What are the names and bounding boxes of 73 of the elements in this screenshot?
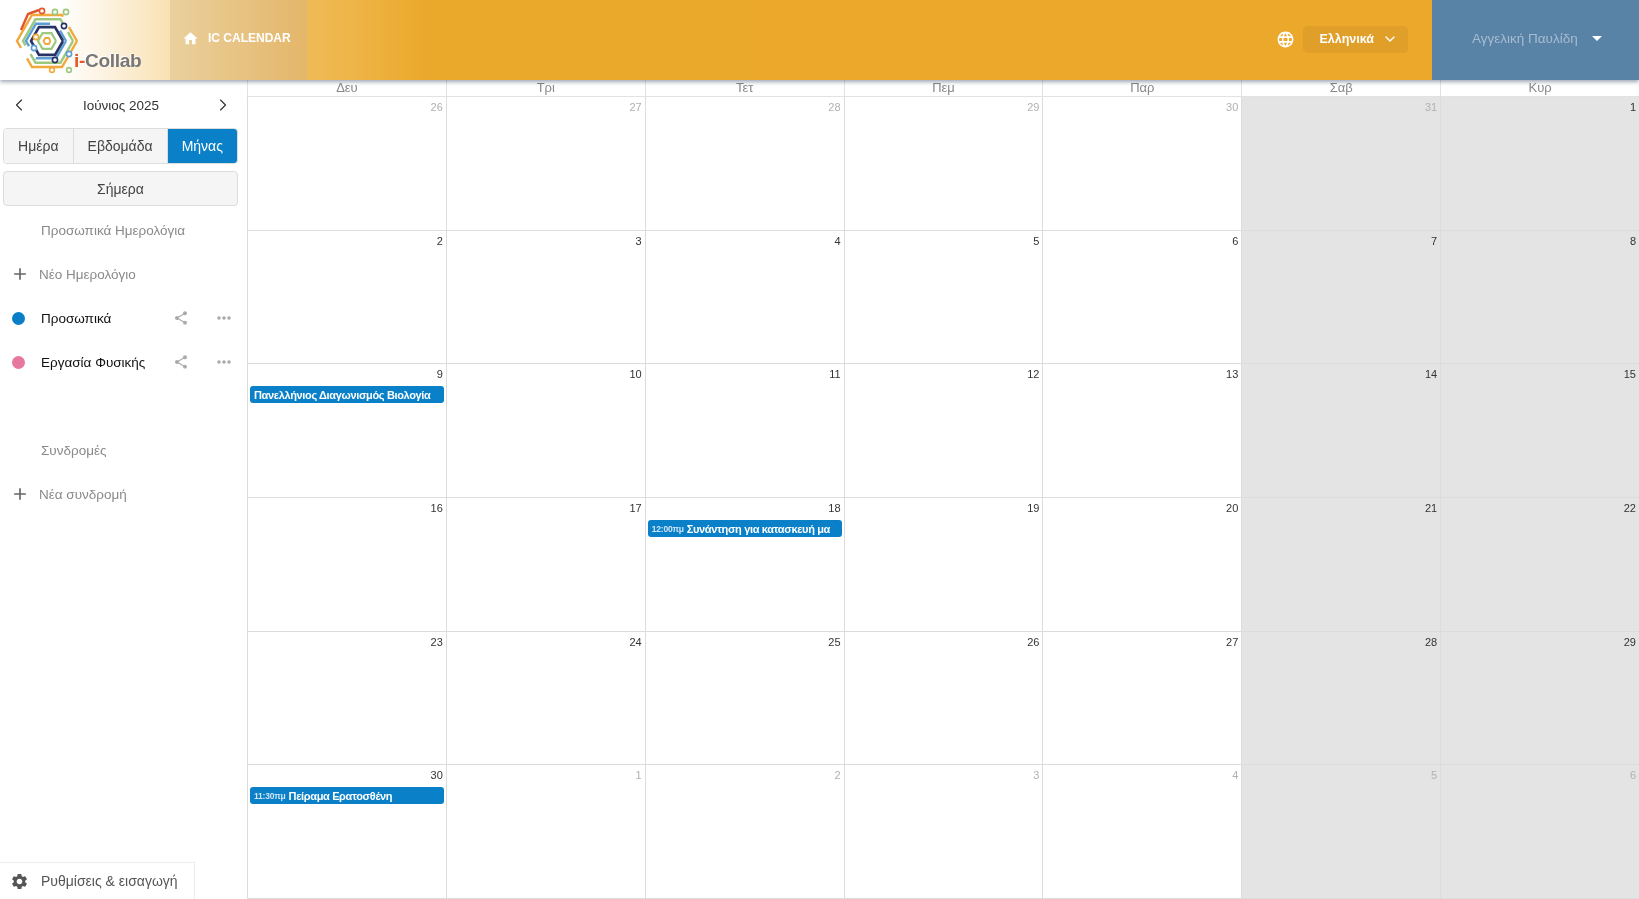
share-icon xyxy=(173,310,189,326)
view-tab[interactable]: Μήνας xyxy=(167,129,237,163)
day-number: 29 xyxy=(1623,635,1637,649)
day-number: 2 xyxy=(834,769,842,783)
calendar-event[interactable]: Πανελλήνιος Διαγωνισμός Βιολογία xyxy=(250,386,444,404)
section-title: Προσωπικά Ημερολόγια xyxy=(40,221,187,240)
day-number: 11 xyxy=(829,368,842,382)
day-number: 4 xyxy=(834,234,842,248)
more-dots-icon xyxy=(217,360,231,364)
settings-button[interactable]: Ρυθμίσεις & εισαγωγή xyxy=(0,862,195,899)
month-label: Ιούνιος 2025 xyxy=(82,97,160,113)
day-number: 27 xyxy=(629,101,643,114)
day-number: 15 xyxy=(1623,368,1637,382)
day-number: 23 xyxy=(430,635,444,649)
more-options-button[interactable] xyxy=(217,360,231,364)
day-number: 28 xyxy=(1424,635,1439,649)
day-number: 26 xyxy=(1027,635,1041,649)
calendar-event[interactable]: 12:00πμ Συνάντηση για κατασκευή μα xyxy=(647,520,842,537)
section-title: Συνδρομές xyxy=(40,441,108,460)
day-number: 6 xyxy=(1232,234,1240,248)
calendar-name[interactable]: Εργασία Φυσικής xyxy=(41,354,173,370)
calendar-name[interactable]: Προσωπικά xyxy=(41,310,173,326)
day-number: 8 xyxy=(1629,234,1637,248)
gear-icon xyxy=(10,871,29,891)
day-number: 1 xyxy=(1629,101,1637,114)
view-tab[interactable]: Ημέρα xyxy=(4,129,74,163)
add-button[interactable]: Νέα συνδρομή xyxy=(0,472,247,516)
globe-icon xyxy=(1276,29,1296,49)
language-dropdown[interactable]: Ελληνικά xyxy=(1303,25,1408,53)
event-title: Συνάντηση για κατασκευή μα xyxy=(686,522,831,535)
add-button[interactable]: Νέο Ημερολόγιο xyxy=(0,252,247,296)
day-number: 2 xyxy=(436,234,444,248)
day-number: 18 xyxy=(828,502,842,515)
logo-text: i-Collab xyxy=(74,50,142,72)
day-number: 19 xyxy=(1027,502,1041,515)
more-options-button[interactable] xyxy=(217,316,231,320)
share-button[interactable] xyxy=(173,310,189,326)
day-number: 17 xyxy=(629,502,643,515)
day-number: 21 xyxy=(1424,502,1439,515)
view-tab[interactable]: Εβδομάδα xyxy=(73,129,168,163)
day-number: 10 xyxy=(629,368,643,382)
caret-icon xyxy=(1591,35,1602,41)
home-icon xyxy=(182,29,199,47)
day-number: 13 xyxy=(1226,368,1240,382)
event-time: 12:00πμ xyxy=(651,523,684,534)
day-number: 20 xyxy=(1226,502,1240,515)
day-number: 3 xyxy=(1033,769,1041,783)
calendar-event[interactable]: 11:30πμ Πείραμα Ερατοσθένη xyxy=(250,787,444,805)
event-time: 11:30πμ xyxy=(254,790,286,801)
day-number: 12 xyxy=(1027,368,1041,382)
share-button[interactable] xyxy=(173,354,189,370)
day-number: 9 xyxy=(436,368,444,382)
day-number: 27 xyxy=(1226,635,1240,649)
day-number: 28 xyxy=(828,101,842,114)
day-number: 22 xyxy=(1623,502,1637,515)
day-number: 29 xyxy=(1027,101,1041,114)
day-number: 25 xyxy=(828,635,842,649)
day-number: 7 xyxy=(1431,234,1439,248)
day-number: 5 xyxy=(1033,234,1041,248)
today-button[interactable]: Σήμερα xyxy=(3,171,238,206)
event-title: Πανελλήνιος Διαγωνισμός Βιολογία xyxy=(254,388,431,401)
event-title: Πείραμα Ερατοσθένη xyxy=(288,789,393,802)
day-number: 30 xyxy=(430,769,444,783)
day-number: 1 xyxy=(635,769,643,783)
day-number: 30 xyxy=(1226,101,1240,114)
day-number: 4 xyxy=(1232,769,1240,783)
day-number: 24 xyxy=(629,635,643,649)
share-icon xyxy=(173,354,189,370)
day-number: 26 xyxy=(430,101,444,114)
day-number: 3 xyxy=(635,234,643,248)
more-dots-icon xyxy=(217,316,231,320)
day-number: 14 xyxy=(1424,368,1439,382)
day-number: 16 xyxy=(430,502,444,515)
